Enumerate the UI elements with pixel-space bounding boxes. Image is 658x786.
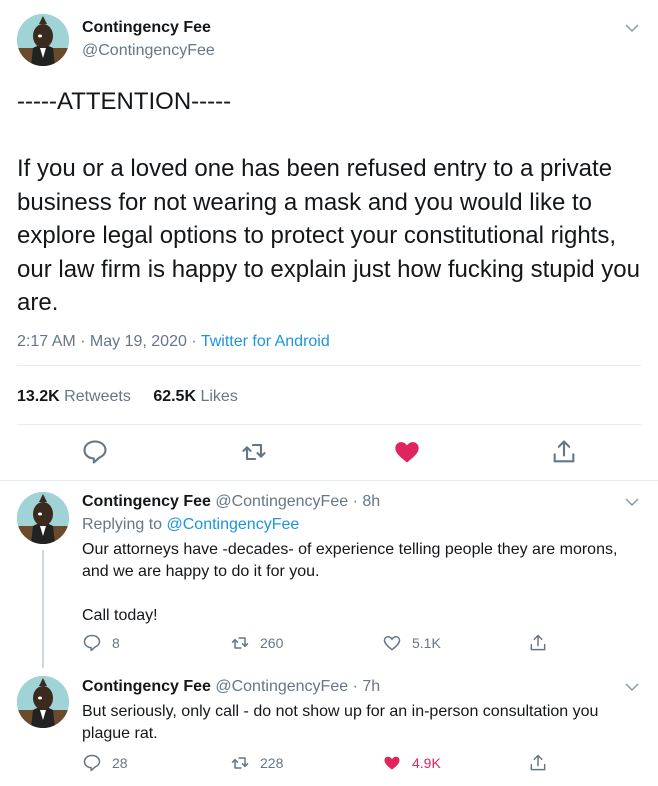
reply-header: Contingency Fee @ContingencyFee · 7h: [82, 678, 381, 695]
retweet-count: 228: [260, 755, 284, 771]
share-icon: [530, 754, 546, 771]
heart-filled-icon: [384, 756, 400, 770]
reply-text: Our attorneys have -decades- of experien…: [82, 541, 618, 624]
like-heart-icon[interactable]: [393, 438, 421, 466]
replying-to: Replying to @ContingencyFee: [82, 516, 299, 534]
retweet-icon[interactable]: [240, 438, 268, 466]
main-tweet: Contingency Fee @ContingencyFee -----ATT…: [0, 0, 658, 481]
reply-header: Contingency Fee @ContingencyFee · 8h: [82, 493, 381, 510]
share-action[interactable]: [528, 632, 548, 654]
author-avatar[interactable]: [17, 676, 69, 728]
reply-text: But seriously, only call - do not show u…: [82, 703, 599, 742]
chevron-down-icon[interactable]: [623, 19, 641, 37]
like-count: 4.9K: [412, 755, 441, 771]
tweet-actions: [0, 438, 658, 468]
share-icon[interactable]: [550, 438, 578, 466]
tweet-age[interactable]: 7h: [362, 678, 380, 695]
reply-tweet: Contingency Fee @ContingencyFee · 8h Rep…: [0, 481, 658, 666]
tweet-age[interactable]: 8h: [362, 493, 380, 510]
like-action[interactable]: 4.9K: [382, 752, 441, 774]
replying-handle-link[interactable]: @ContingencyFee: [167, 516, 300, 533]
reply-icon[interactable]: [81, 438, 109, 466]
heart-outline-icon: [383, 635, 401, 651]
reply-count: 28: [112, 755, 128, 771]
retweet-count: 260: [260, 635, 284, 651]
retweets-label: Retweets: [64, 388, 131, 405]
like-count: 5.1K: [412, 635, 441, 651]
divider: [17, 365, 641, 366]
author-handle[interactable]: @ContingencyFee: [215, 678, 348, 695]
reply-action[interactable]: 8: [82, 632, 120, 654]
chevron-down-icon[interactable]: [623, 678, 641, 696]
reply-icon: [83, 634, 101, 652]
retweet-action[interactable]: 260: [230, 632, 283, 654]
share-action[interactable]: [528, 752, 548, 774]
author-name[interactable]: Contingency Fee: [82, 19, 211, 37]
retweet-action[interactable]: 228: [230, 752, 283, 774]
reply-actions: 28 228 4.9K: [82, 752, 562, 774]
likes-stat[interactable]: 62.5K Likes: [153, 388, 238, 405]
reply-tweet: Contingency Fee @ContingencyFee · 7h But…: [0, 666, 658, 786]
likes-count: 62.5K: [153, 388, 197, 405]
replying-label: Replying to: [82, 516, 163, 533]
author-avatar[interactable]: [17, 492, 69, 544]
author-handle[interactable]: @ContingencyFee: [215, 493, 348, 510]
retweets-stat[interactable]: 13.2K Retweets: [17, 388, 131, 405]
retweet-icon: [231, 637, 249, 649]
divider: [17, 424, 641, 425]
author-avatar[interactable]: [17, 14, 69, 66]
tweet-time[interactable]: 2:17 AM: [17, 333, 76, 350]
reply-action[interactable]: 28: [82, 752, 128, 774]
author-name[interactable]: Contingency Fee: [82, 493, 211, 510]
chevron-down-icon[interactable]: [623, 493, 641, 511]
likes-label: Likes: [200, 388, 238, 405]
retweets-count: 13.2K: [17, 388, 60, 405]
tweet-source[interactable]: Twitter for Android: [201, 333, 330, 350]
share-icon: [530, 634, 546, 651]
tweet-text: -----ATTENTION----- If you or a loved on…: [17, 88, 640, 316]
author-name[interactable]: Contingency Fee: [82, 678, 211, 695]
reply-count: 8: [112, 635, 120, 651]
reply-actions: 8 260 5.1K: [82, 632, 562, 654]
like-action[interactable]: 5.1K: [382, 632, 441, 654]
tweet-stats: 13.2K Retweets 62.5K Likes: [17, 388, 238, 406]
tweet-date[interactable]: May 19, 2020: [90, 333, 187, 350]
reply-icon: [83, 754, 101, 772]
retweet-icon: [231, 757, 249, 769]
author-handle[interactable]: @ContingencyFee: [82, 42, 215, 60]
tweet-meta: 2:17 AM · May 19, 2020 · Twitter for And…: [17, 333, 330, 350]
